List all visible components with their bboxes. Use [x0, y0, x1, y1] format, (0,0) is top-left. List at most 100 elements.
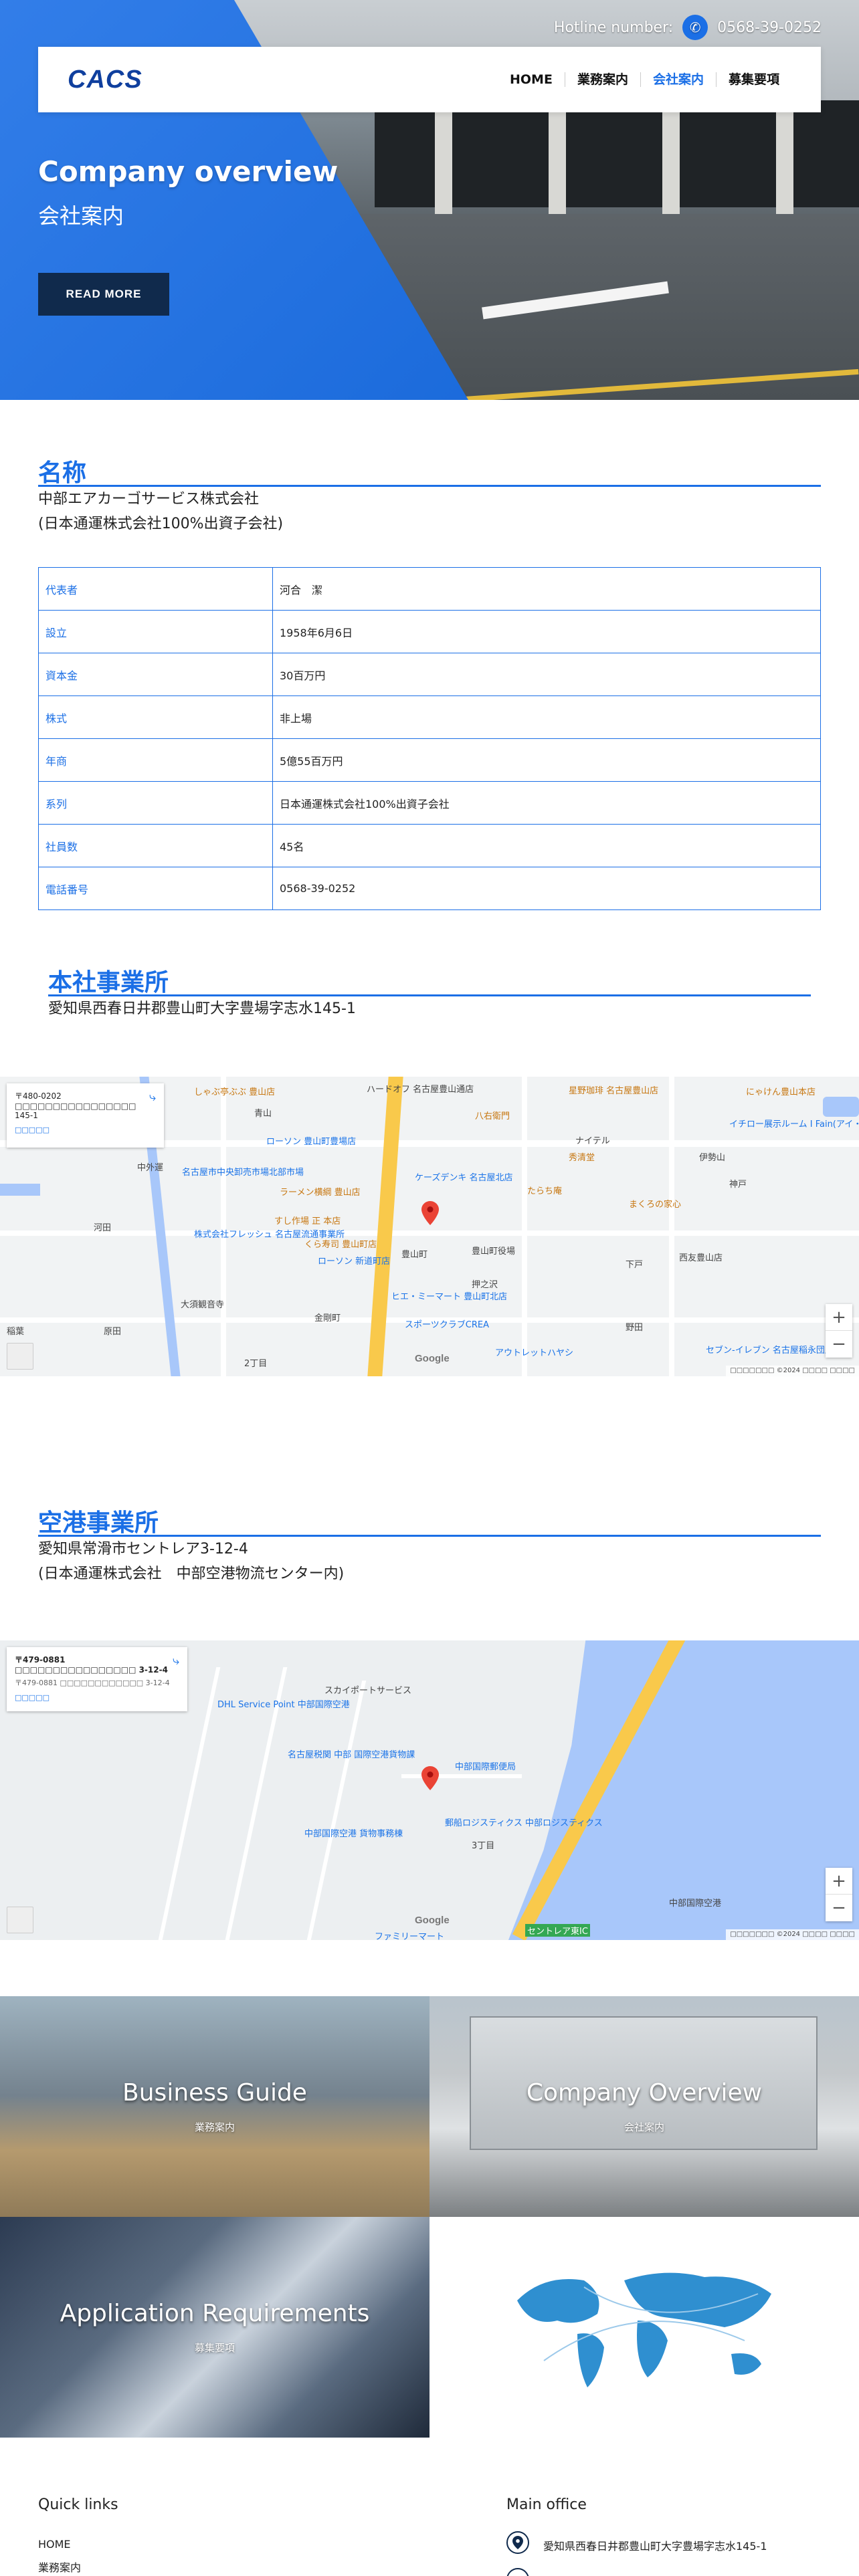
- table-row: 系列 日本通運株式会社100%出資子会社: [38, 781, 821, 825]
- map-place-label: ローソン 豊山町豊場店: [266, 1137, 357, 1147]
- map-info-card: 〒480-0202 □□□□□□□□□□□□□□□□ 145-1 □□□□□ ⤷: [7, 1083, 164, 1148]
- map-card-title: 〒479-0881 □□□□□□□□□□□□□□□□ 3-12-4: [15, 1655, 168, 1675]
- tile-subtitle: 募集要項: [194, 2342, 235, 2354]
- map-place-label: 神戸: [729, 1180, 747, 1190]
- tile-application-requirements[interactable]: Application Requirements 募集要項: [0, 2217, 430, 2438]
- map-pin-icon[interactable]: [421, 1201, 439, 1225]
- nav-business-guide[interactable]: 業務案内: [564, 72, 640, 87]
- map-zoom-control: + −: [826, 1304, 852, 1358]
- location-pin-icon: [506, 2531, 529, 2554]
- company-info-table: 代表者 河合 潔 設立 1958年6月6日 資本金 30百万円 株式 非上場 年商 5億5…: [38, 567, 821, 910]
- map-place-label: スポーツクラブCREA: [405, 1320, 489, 1330]
- map-place-label: 河田: [94, 1223, 112, 1233]
- tile-business-guide[interactable]: Business Guide 業務案内: [0, 1996, 430, 2217]
- map-place-label: 下戸: [626, 1260, 644, 1270]
- head-office-address: 愛知県西春日井郡豊山町大字豊場字志水145-1: [48, 1000, 356, 1017]
- hotline: Hotline number: ✆ 0568-39-0252: [554, 15, 822, 40]
- table-value: 非上場: [272, 695, 821, 739]
- zoom-out-button[interactable]: −: [826, 1895, 852, 1921]
- map-place-label: ハードオフ 名古屋豊山通店: [367, 1085, 474, 1095]
- map-place-label: にゃけん豊山本店: [746, 1087, 816, 1097]
- map-place-label: 西友豊山店: [679, 1253, 723, 1263]
- main-navbar: CACS HOME 業務案内 会社案内 募集要項: [38, 47, 821, 112]
- hero-title: Company overview: [38, 155, 339, 188]
- map-place-label: 名古屋税関 中部 国際空港貨物課: [288, 1750, 415, 1760]
- head-office-map[interactable]: しゃぶ亭ぶぶ 豊山店 ハードオフ 名古屋豊山通店 星野珈琲 名古屋豊山店 にゃけ…: [0, 1077, 859, 1376]
- map-place-label: 伊勢山: [699, 1153, 726, 1163]
- map-attribution[interactable]: □□□□□□□ ©2024 □□□□ □□□□: [726, 1366, 859, 1376]
- company-name: 中部エアカーゴサービス株式会社: [38, 491, 260, 508]
- footer-link-business-guide[interactable]: 業務案内: [38, 2559, 81, 2575]
- zoom-out-button[interactable]: −: [826, 1331, 852, 1358]
- table-key: 資本金: [38, 653, 273, 696]
- map-larger-link[interactable]: □□□□□: [15, 1125, 156, 1134]
- map-place-label: ラーメン横綱 豊山店: [280, 1188, 361, 1198]
- zoom-in-button[interactable]: +: [826, 1868, 852, 1895]
- hero-section: Hotline number: ✆ 0568-39-0252 CACS HOME…: [0, 0, 859, 400]
- nav-recruitment[interactable]: 募集要項: [715, 72, 791, 87]
- table-key: 電話番号: [38, 867, 273, 910]
- company-parent-note: (日本通運株式会社100%出資子会社): [38, 516, 284, 532]
- tile-company-overview[interactable]: Company Overview 会社案内: [430, 1996, 859, 2217]
- map-place-label: 株式会社フレッシュ 名古屋流通事業所: [194, 1230, 345, 1240]
- table-row: 株式 非上場: [38, 695, 821, 739]
- table-row: 設立 1958年6月6日: [38, 610, 821, 653]
- tile-photo: [0, 2217, 430, 2438]
- map-larger-link[interactable]: □□□□□: [15, 1693, 179, 1702]
- map-place-label: 中外運: [137, 1163, 164, 1173]
- map-place-label: 豊山町: [401, 1250, 428, 1260]
- tile-title: Application Requirements: [60, 2300, 370, 2327]
- zoom-in-button[interactable]: +: [826, 1304, 852, 1331]
- airport-office-note: (日本通運株式会社 中部空港物流センター内): [38, 1566, 345, 1582]
- directions-icon[interactable]: ⤷: [149, 1090, 156, 1104]
- map-pin-icon[interactable]: [421, 1766, 439, 1790]
- tile-subtitle: 会社案内: [624, 2121, 664, 2133]
- phone-icon: [506, 2568, 529, 2576]
- google-logo: Google: [415, 1915, 450, 1926]
- table-key: 代表者: [38, 567, 273, 611]
- map-place-label: ローソン 新道町店: [318, 1257, 391, 1267]
- table-value: 1958年6月6日: [272, 610, 821, 653]
- hero-photo-pillar: [549, 100, 566, 217]
- map-place-label: 原田: [104, 1327, 122, 1337]
- tile-title: Company Overview: [526, 2079, 763, 2107]
- hero-subtitle: 会社案内: [38, 203, 124, 229]
- quick-links-title: Quick links: [38, 2496, 118, 2513]
- table-value: 日本通運株式会社100%出資子会社: [272, 781, 821, 825]
- map-place-label: 中部国際空港 貨物事務棟: [304, 1829, 403, 1839]
- map-place-label: セントレア東IC: [525, 1924, 590, 1937]
- map-place-label: 野田: [626, 1323, 644, 1333]
- name-section-title: 名称: [38, 459, 87, 487]
- airport-office-map[interactable]: スカイポートサービス DHL Service Point 中部国際空港 名古屋税…: [0, 1640, 859, 1940]
- hotline-number-link[interactable]: 0568-39-0252: [717, 19, 822, 36]
- airport-office-address: 愛知県常滑市セントレア3-12-4: [38, 1541, 248, 1558]
- map-place-label: ケーズデンキ 名古屋北店: [415, 1173, 513, 1183]
- site-logo[interactable]: CACS: [68, 66, 142, 94]
- map-place-label: 豊山町役場: [472, 1247, 516, 1257]
- map-place-label: 名古屋市中央卸売市場北部市場: [182, 1168, 304, 1178]
- street-view-icon[interactable]: [7, 1343, 33, 1370]
- airport-office-title: 空港事業所: [38, 1509, 159, 1537]
- map-place-label: 中部国際郵便局: [455, 1762, 516, 1772]
- map-place-label: 金剛町: [314, 1313, 341, 1323]
- nav-company-overview[interactable]: 会社案内: [640, 72, 716, 87]
- read-more-button[interactable]: READ MORE: [38, 273, 169, 316]
- map-place-label: しゃぶ亭ぶぶ 豊山店: [194, 1087, 276, 1097]
- table-row: 資本金 30百万円: [38, 653, 821, 696]
- google-logo: Google: [415, 1353, 450, 1364]
- footer-link-home[interactable]: HOME: [38, 2538, 71, 2551]
- nav-home[interactable]: HOME: [498, 72, 565, 87]
- table-key: 株式: [38, 695, 273, 739]
- world-map-illustration: [517, 2272, 771, 2387]
- map-place-label: 大須観音寺: [181, 1300, 225, 1310]
- tile-photo: [0, 1996, 430, 2217]
- map-place-label: 星野珈琲 名古屋豊山店: [569, 1086, 659, 1096]
- table-row: 年商 5億55百万円: [38, 738, 821, 782]
- table-value: 30百万円: [272, 653, 821, 696]
- table-value: 5億55百万円: [272, 738, 821, 782]
- map-place-label: 中部国際空港: [669, 1899, 722, 1909]
- map-attribution[interactable]: □□□□□□□ ©2024 □□□□ □□□□: [726, 1929, 859, 1940]
- map-place-label: 青山: [254, 1109, 272, 1119]
- street-view-icon[interactable]: [7, 1907, 33, 1933]
- directions-icon[interactable]: ⤷: [173, 1654, 179, 1668]
